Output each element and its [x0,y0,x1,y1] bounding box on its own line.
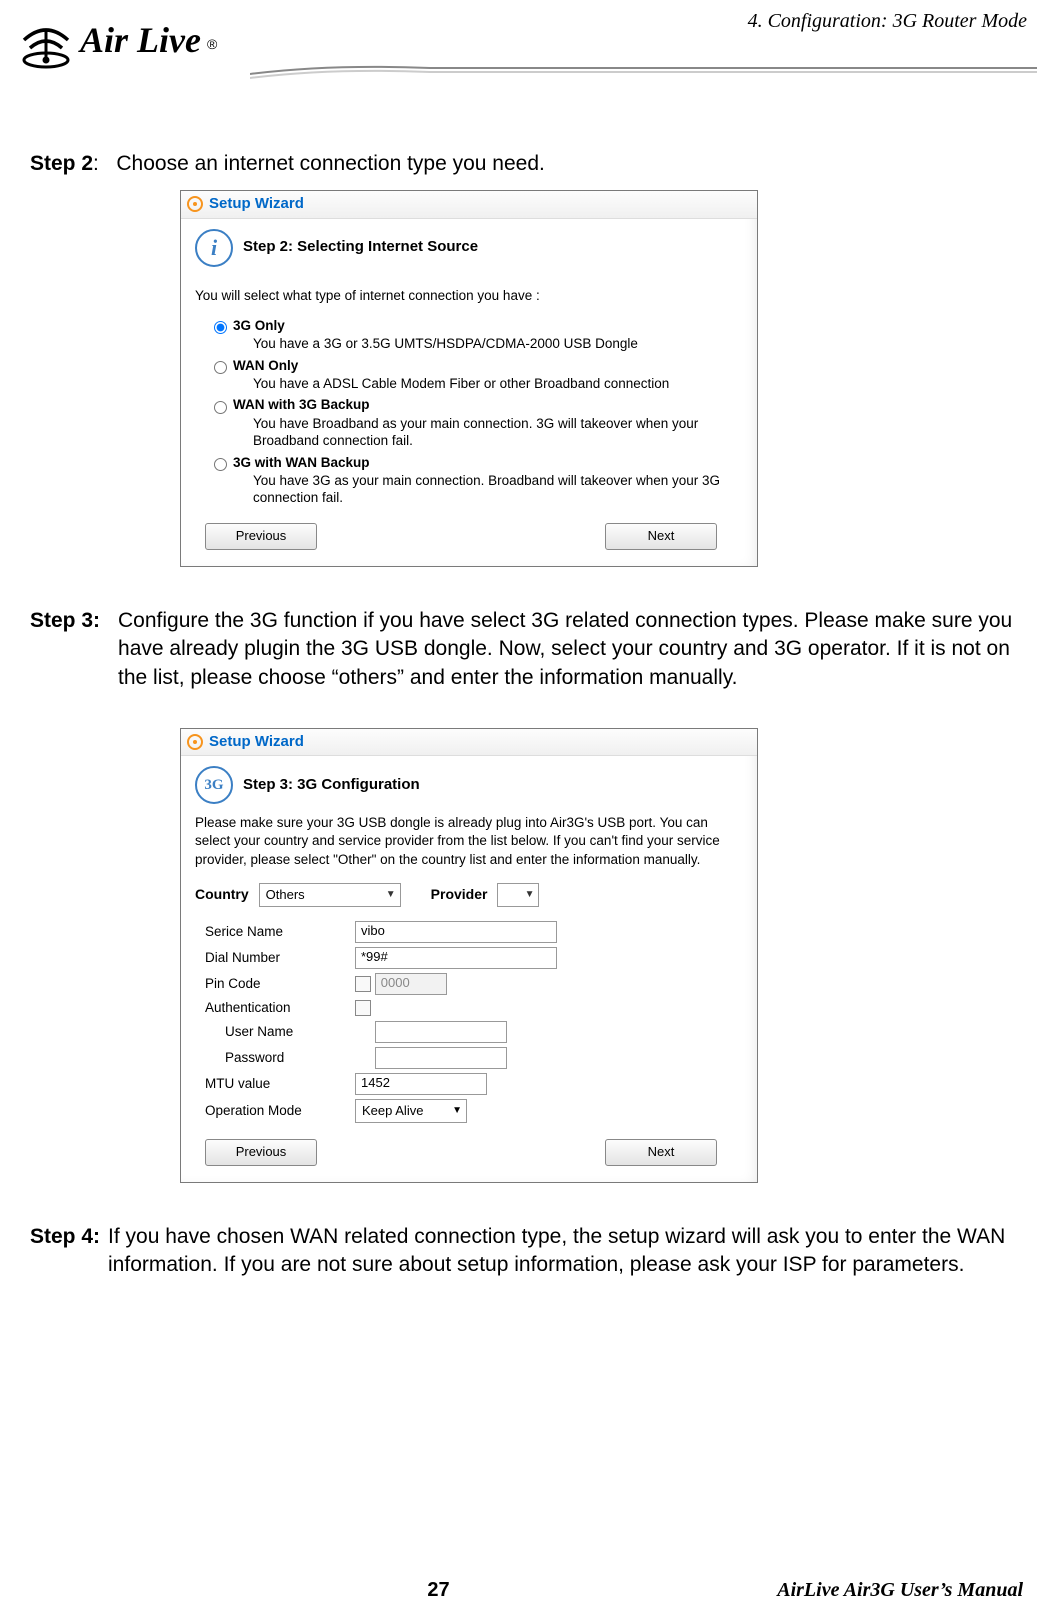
header-divider [0,56,1037,86]
option-wan-only-desc: You have a ADSL Cable Modem Fiber or oth… [253,375,757,393]
step2-label: Step 2 [30,152,93,175]
wizard2-step-header: Step 2: Selecting Internet Source [243,237,478,257]
radio-wan-3g-backup[interactable] [214,401,227,414]
step2-heading: Step 2: Choose an internet connection ty… [30,150,1027,178]
operation-mode-label: Operation Mode [205,1102,355,1120]
wizard-step2-screenshot: Setup Wizard i Step 2: Selecting Interne… [180,190,758,567]
target-icon [187,734,203,750]
wizard2-title: Setup Wizard [209,194,304,214]
manual-title: AirLive Air3G User’s Manual [777,1579,1023,1602]
step4-label: Step 4: [30,1223,100,1280]
password-input[interactable] [375,1047,507,1069]
password-label: Password [205,1049,375,1067]
page-number: 27 [427,1579,449,1602]
step3-label: Step 3: [30,607,100,692]
3g-icon: 3G [195,766,233,804]
logo-text: Air Live [80,19,201,61]
dial-number-input[interactable]: *99# [355,947,557,969]
wizard2-intro: You will select what type of internet co… [181,273,757,315]
wizard3-title-bar: Setup Wizard [181,729,757,756]
dial-number-label: Dial Number [205,949,355,967]
wizard3-title: Setup Wizard [209,732,304,752]
username-input[interactable] [375,1021,507,1043]
chevron-down-icon: ▼ [452,1104,462,1118]
service-name-input[interactable]: vibo [355,921,557,943]
step4-text: If you have chosen WAN related connectio… [108,1223,1027,1280]
operation-mode-select[interactable]: Keep Alive ▼ [355,1099,467,1123]
previous-button[interactable]: Previous [205,1139,317,1166]
pin-code-input[interactable]: 0000 [375,973,447,995]
authentication-label: Authentication [205,999,355,1017]
provider-label: Provider [431,885,488,904]
option-wan-3g-backup[interactable]: WAN with 3G Backup You have Broadband as… [181,394,757,451]
step2-text: Choose an internet connection type you n… [116,152,544,175]
info-icon: i [195,229,233,267]
wizard3-intro: Please make sure your 3G USB dongle is a… [181,810,757,879]
radio-3g-only[interactable] [214,321,227,334]
chevron-down-icon: ▼ [386,888,396,902]
logo-registered: ® [207,36,217,52]
wizard2-title-bar: Setup Wizard [181,191,757,218]
option-3g-wan-backup-desc: You have 3G as your main connection. Bro… [253,472,757,507]
pin-code-checkbox[interactable] [355,976,371,992]
option-wan-only[interactable]: WAN Only You have a ADSL Cable Modem Fib… [181,355,757,395]
country-label: Country [195,885,249,904]
wizard-step3-screenshot: Setup Wizard 3G Step 3: 3G Configuration… [180,728,758,1183]
radio-wan-only[interactable] [214,361,227,374]
wizard3-step-header: Step 3: 3G Configuration [243,775,420,795]
pin-code-label: Pin Code [205,975,355,993]
option-wan-3g-backup-desc: You have Broadband as your main connecti… [253,415,757,450]
mtu-label: MTU value [205,1075,355,1093]
service-name-label: Serice Name [205,923,355,941]
mtu-input[interactable]: 1452 [355,1073,487,1095]
authentication-checkbox[interactable] [355,1000,371,1016]
radio-3g-wan-backup[interactable] [214,458,227,471]
previous-button[interactable]: Previous [205,523,317,550]
option-3g-only[interactable]: 3G Only You have a 3G or 3.5G UMTS/HSDPA… [181,315,757,355]
chapter-title: 4. Configuration: 3G Router Mode [748,10,1027,33]
step3-text: Configure the 3G function if you have se… [118,607,1027,692]
country-select[interactable]: Others ▼ [259,883,401,907]
option-3g-only-desc: You have a 3G or 3.5G UMTS/HSDPA/CDMA-20… [253,335,757,353]
target-icon [187,196,203,212]
chevron-down-icon: ▼ [525,888,535,902]
next-button[interactable]: Next [605,523,717,550]
next-button[interactable]: Next [605,1139,717,1166]
username-label: User Name [205,1023,375,1041]
option-3g-wan-backup[interactable]: 3G with WAN Backup You have 3G as your m… [181,452,757,509]
provider-select[interactable]: ▼ [497,883,539,907]
